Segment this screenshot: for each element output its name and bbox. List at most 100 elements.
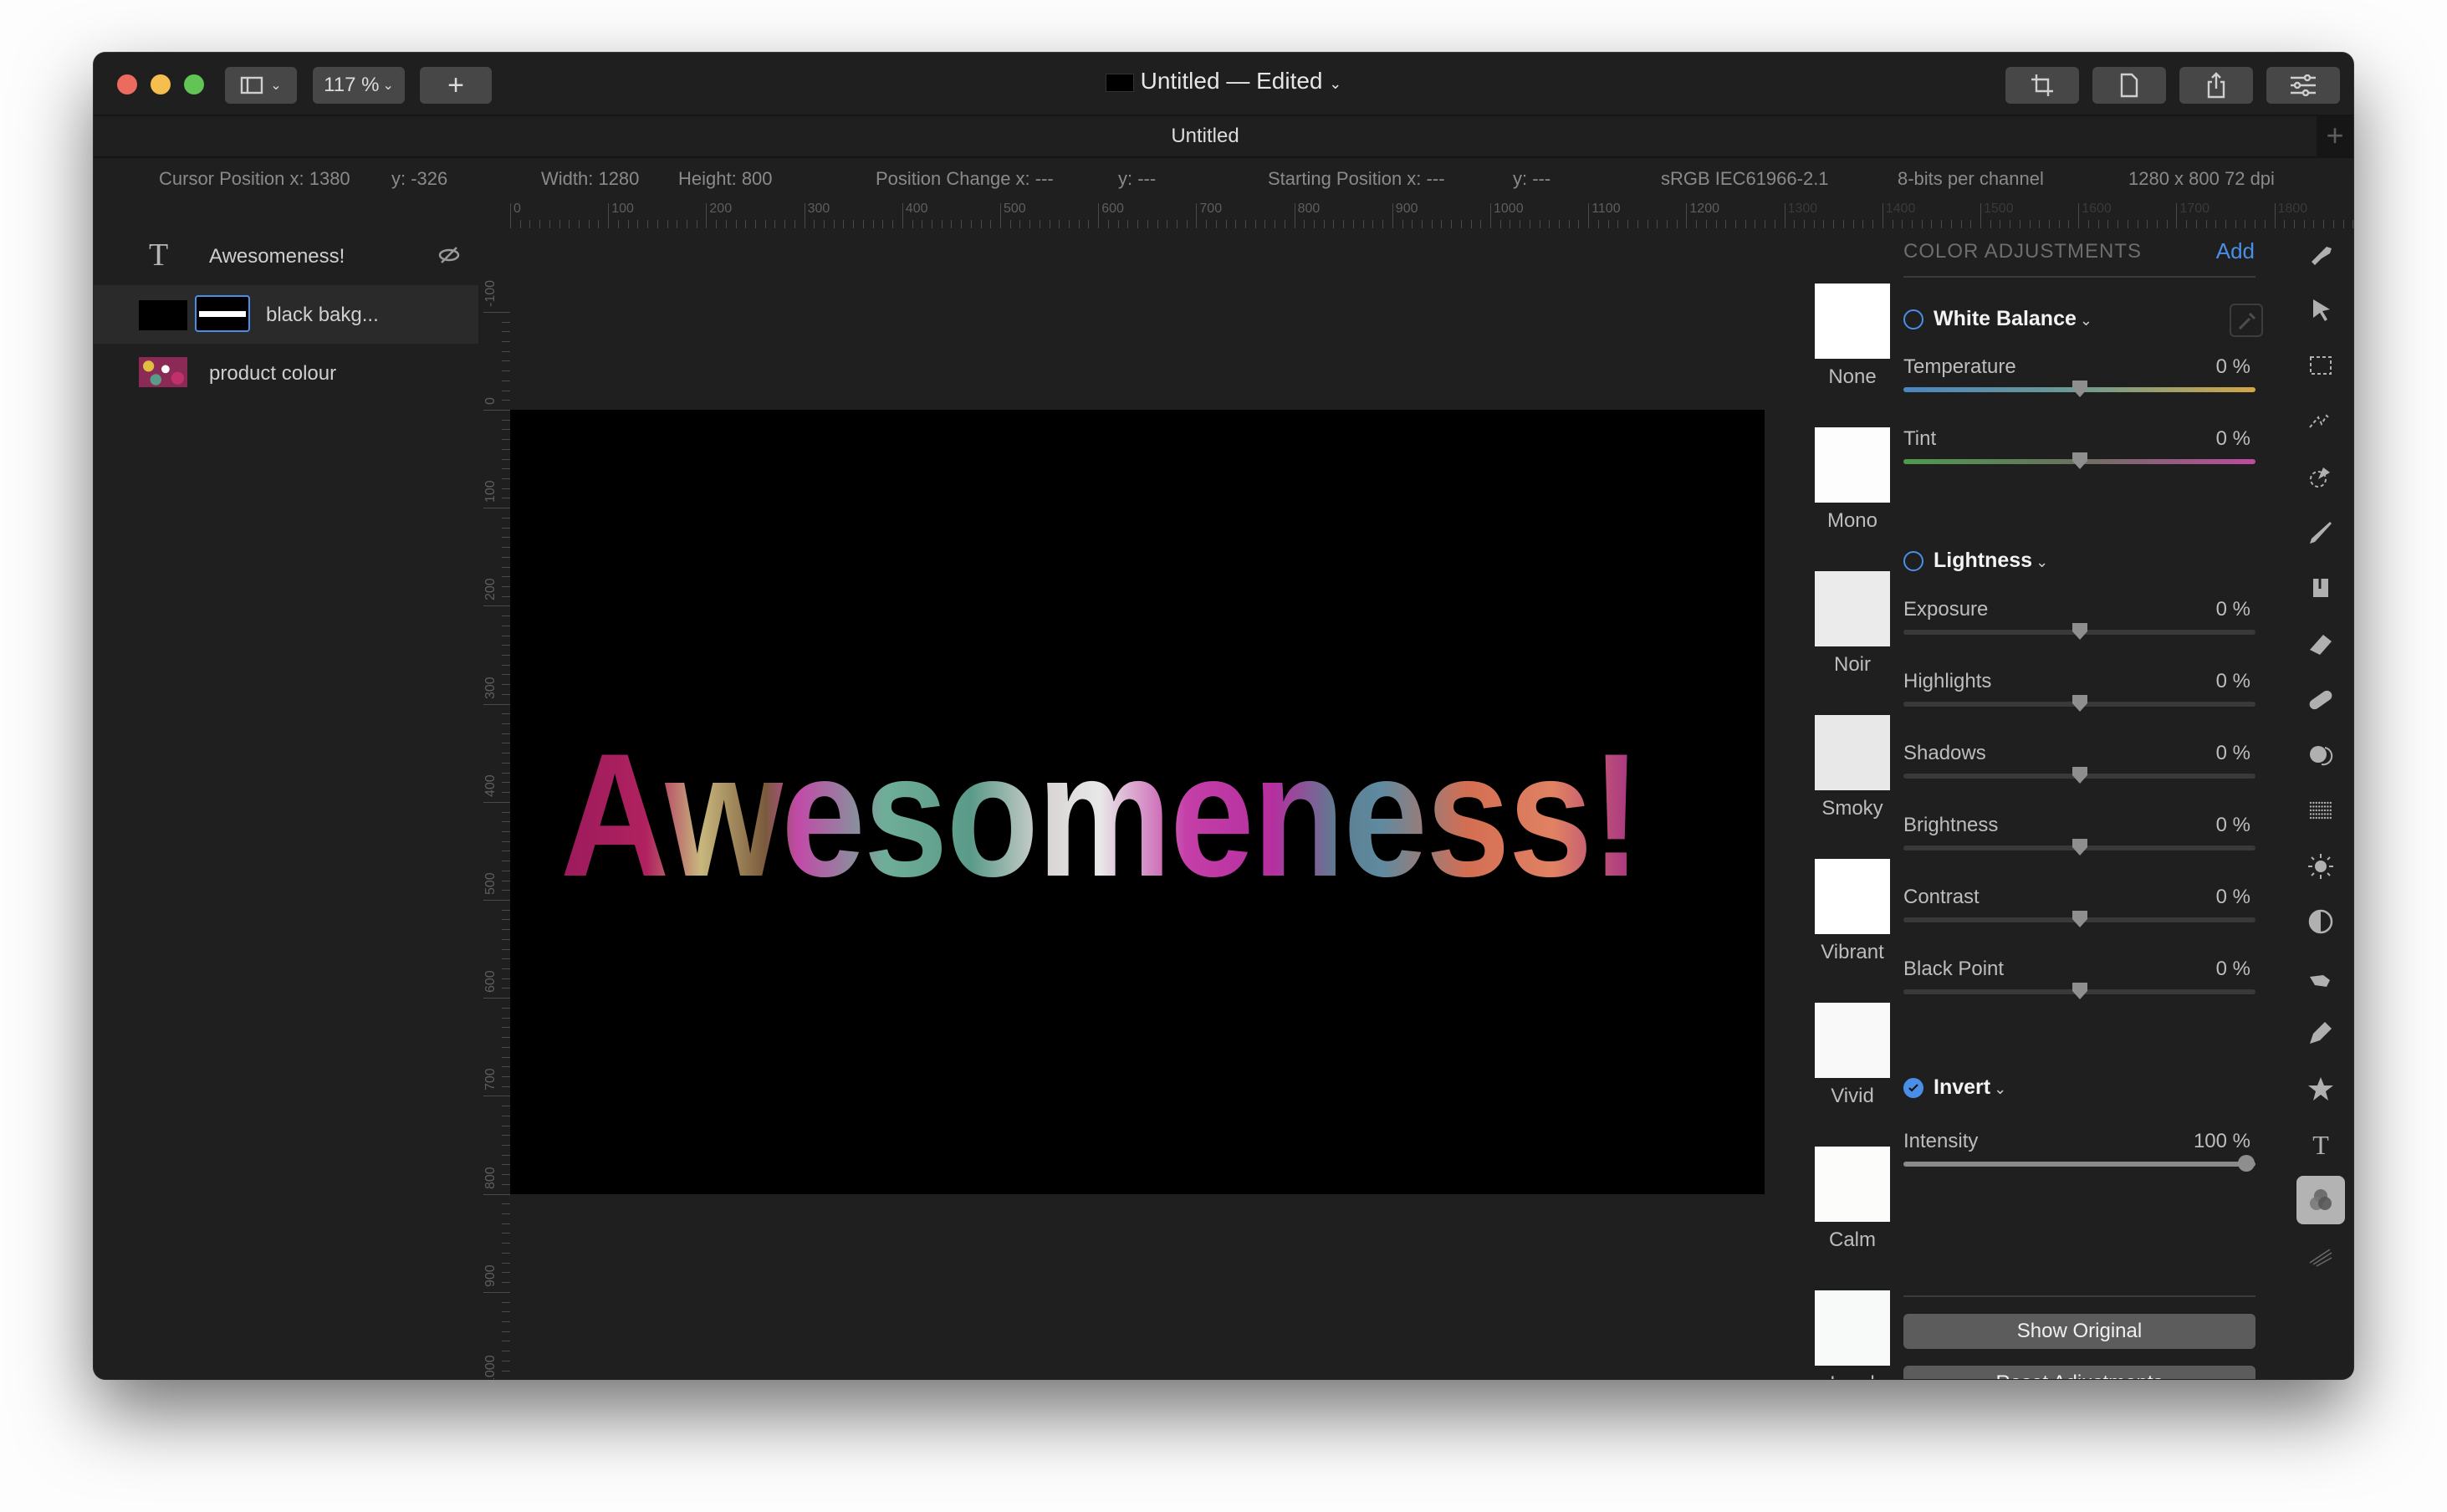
slider-value: 100 % [2193, 1130, 2250, 1152]
ruler-tick [502, 1301, 510, 1303]
tool-rect-select[interactable] [2296, 341, 2345, 390]
slider-thumb[interactable] [2071, 621, 2089, 641]
ruler-tick [502, 360, 510, 362]
tool-arrow-select[interactable] [2296, 286, 2345, 335]
slider-thumb[interactable] [2071, 837, 2089, 857]
preset-none[interactable]: None [1815, 284, 1890, 389]
ruler-tick [559, 220, 560, 228]
image-height: Height: 800 [678, 168, 773, 189]
slider-thumb[interactable] [2071, 981, 2089, 1001]
tab-untitled[interactable]: Untitled [94, 116, 2317, 156]
preset-calm[interactable]: Calm [1815, 1147, 1890, 1252]
slider-thumb[interactable] [2071, 909, 2089, 929]
ruler-tick [502, 331, 510, 333]
ruler-tick [502, 458, 510, 460]
chevron-down-icon: ⌄ [1994, 1080, 2007, 1097]
ruler-label: 1300 [1787, 202, 1818, 216]
reset-adjustments-button[interactable]: Reset Adjustments [1903, 1366, 2255, 1379]
ruler-tick [519, 220, 521, 228]
ruler-tick [502, 340, 510, 342]
ruler-tick [502, 556, 510, 558]
tool-contrast-half[interactable] [2296, 897, 2345, 946]
slider-thumb[interactable] [2237, 1153, 2255, 1173]
pen-icon [2310, 1022, 2332, 1044]
slider-track[interactable] [1903, 1162, 2255, 1167]
preset-smoky[interactable]: Smoky [1815, 715, 1890, 820]
tool-smart-select[interactable] [2296, 452, 2345, 501]
layer-mask-thumbnail[interactable] [195, 295, 250, 332]
settings-button[interactable] [2266, 67, 2340, 104]
tool-paint-brush[interactable] [2296, 508, 2345, 557]
preset-loud[interactable]: Loud [1815, 1290, 1890, 1379]
preset-vivid[interactable]: Vivid [1815, 1003, 1890, 1108]
ruler-tick [2284, 220, 2286, 228]
tool-smudge-hand[interactable] [2296, 953, 2345, 1002]
tool-paint-bucket[interactable] [2296, 564, 2345, 612]
slider-value: 0 % [2215, 598, 2250, 621]
ruler-tick [502, 938, 510, 940]
share-button[interactable] [2179, 67, 2253, 104]
chevron-down-icon: ⌄ [2036, 554, 2049, 570]
show-original-button[interactable]: Show Original [1903, 1314, 2255, 1349]
ruler-tick [1078, 220, 1080, 228]
tool-sun-light[interactable] [2296, 842, 2345, 891]
ruler-tick [502, 1262, 510, 1264]
ruler-major-tick [483, 900, 510, 901]
layer-item[interactable]: black bakg... [94, 285, 478, 344]
group-label: Invert [1934, 1075, 1991, 1099]
ruler-tick [1911, 220, 1913, 228]
tool-pen[interactable] [2296, 1009, 2345, 1057]
tool-text-tool[interactable]: T [2296, 1120, 2345, 1168]
canvas-text-awesomeness[interactable]: Awesomeness! [560, 728, 1642, 903]
enable-toggle[interactable] [1903, 551, 1923, 572]
eyedropper-button[interactable] [2230, 304, 2263, 337]
ruler-major-tick [1980, 203, 1981, 228]
tool-noise[interactable] [2296, 786, 2345, 835]
slider-label: Temperature [1903, 355, 2016, 378]
preset-noir[interactable]: Noir [1815, 571, 1890, 677]
new-tab-button[interactable]: + [2317, 116, 2353, 156]
document-button[interactable] [2092, 67, 2166, 104]
slider-thumb[interactable] [2071, 765, 2089, 785]
preset-swatch [1815, 715, 1890, 790]
ruler-tick [1460, 220, 1462, 228]
slider-thumb[interactable] [2071, 693, 2089, 713]
tool-lasso[interactable] [2296, 397, 2345, 446]
tool-style-brush[interactable] [2296, 230, 2345, 278]
crop-button[interactable] [2005, 67, 2079, 104]
preset-vibrant[interactable]: Vibrant [1815, 859, 1890, 964]
tool-bandage-repair[interactable] [2296, 675, 2345, 723]
ruler-tick [502, 1085, 510, 1087]
layer-item[interactable]: product colour [94, 344, 478, 402]
preset-mono[interactable]: Mono [1815, 427, 1890, 533]
ruler-tick [569, 220, 570, 228]
layer-item[interactable]: T Awesomeness! [94, 227, 478, 285]
ruler-label: 600 [1101, 202, 1124, 216]
group-white-balance[interactable]: White Balance ⌄ [1903, 307, 2092, 331]
tool-clone[interactable] [2296, 731, 2345, 779]
ruler-tick [2107, 220, 2109, 228]
enable-toggle[interactable] [1903, 1078, 1923, 1099]
ruler-tick [1637, 220, 1638, 228]
image-width: Width: 1280 [541, 168, 640, 189]
ruler-tick [843, 220, 845, 228]
tool-color-adjust[interactable] [2296, 1175, 2345, 1224]
svg-text:T: T [2312, 1130, 2329, 1158]
tool-star-shape[interactable] [2296, 1065, 2345, 1113]
ruler-major-tick [608, 203, 610, 228]
ruler-tick [502, 527, 510, 529]
group-invert[interactable]: Invert ⌄ [1903, 1075, 2006, 1100]
ruler-tick [764, 220, 766, 228]
ruler-tick [1862, 220, 1864, 228]
eyedropper-icon [2238, 312, 2256, 330]
image-canvas[interactable]: Awesomeness! [510, 410, 1765, 1194]
group-lightness[interactable]: Lightness ⌄ [1903, 549, 2048, 573]
slider-thumb[interactable] [2071, 451, 2089, 471]
enable-toggle[interactable] [1903, 309, 1923, 330]
slider-thumb[interactable] [2071, 379, 2089, 399]
tool-eraser[interactable] [2296, 620, 2345, 668]
preset-label: Noir [1833, 653, 1871, 676]
add-adjustment-link[interactable]: Add [2216, 238, 2255, 264]
visibility-hidden-icon[interactable] [438, 245, 460, 265]
tool-effects[interactable] [2296, 1231, 2345, 1280]
